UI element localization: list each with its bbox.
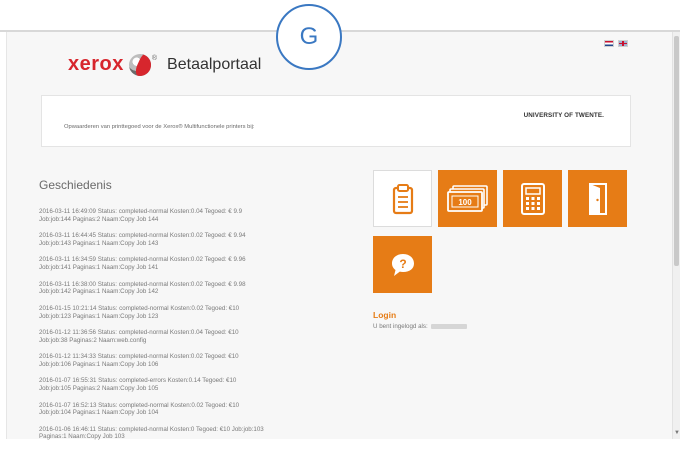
login-label[interactable]: Login [373, 310, 396, 320]
history-list: 2016-03-11 16:49:09 Status: completed-no… [39, 208, 359, 450]
history-entry: 2016-01-15 10:21:14 Status: completed-no… [39, 305, 359, 329]
history-entry-line2: Job:job:104 Paginas:1 Naam:Copy Job 104 [39, 409, 159, 417]
history-entry-line2: Job:job:142 Paginas:1 Naam:Copy Job 142 [39, 288, 159, 296]
calculator-tile[interactable] [503, 170, 562, 227]
history-entry-line1: 2016-01-12 11:34:33 Status: completed-no… [39, 353, 239, 361]
brand-wordmark: xerox [68, 53, 124, 75]
history-entry-line2: Job:job:143 Paginas:1 Naam:Copy Job 143 [39, 239, 159, 247]
info-text: Opwaarderen van printtegoed voor de Xero… [64, 124, 255, 130]
door-exit-icon [588, 182, 607, 215]
history-entry-line1: 2016-01-15 10:21:14 Status: completed-no… [39, 304, 240, 312]
history-entry: 2016-03-11 16:38:00 Status: completed-no… [39, 281, 359, 305]
history-entry-line1: 2016-01-07 16:55:31 Status: completed-er… [39, 377, 237, 385]
xerox-logo[interactable]: xerox ® Betaalportaal [68, 53, 261, 76]
svg-text:?: ? [399, 257, 406, 271]
history-entry-line2: Job:job:105 Paginas:2 Naam:Copy Job 105 [39, 385, 159, 393]
history-tile[interactable] [373, 170, 432, 227]
xerox-sphere-icon [128, 53, 151, 76]
calculator-icon [520, 182, 545, 215]
history-entry: 2016-01-06 16:46:11 Status: completed-no… [39, 426, 359, 450]
brand-trademark: ® [151, 55, 158, 62]
dutch-flag-icon[interactable] [604, 40, 614, 47]
history-title: Geschiedenis [39, 178, 112, 192]
portal-title: Betaalportaal [167, 55, 262, 73]
help-tile[interactable]: ? [373, 236, 432, 293]
history-entry-line2: Paginas:1 Naam:Copy Job 103 [39, 433, 125, 441]
login-status: U bent ingelogd als: [373, 323, 467, 330]
history-entry-line2: Job:job:141 Paginas:1 Naam:Copy Job 141 [39, 264, 159, 272]
english-flag-icon[interactable] [618, 40, 628, 47]
info-banner: Opwaarderen van printtegoed voor de Xero… [41, 95, 631, 147]
history-entry-line1: 2016-03-11 16:38:00 Status: completed-no… [39, 280, 246, 288]
vertical-scrollbar[interactable]: ▼ [672, 32, 680, 439]
history-entry: 2016-03-11 16:49:09 Status: completed-no… [39, 208, 359, 232]
overlay-marker-label: G [299, 23, 319, 50]
help-bubble-icon: ? [391, 253, 414, 276]
history-entry-line1: 2016-03-11 16:44:45 Status: completed-no… [39, 232, 246, 240]
university-logo: UNIVERSITY OF TWENTE. [523, 112, 604, 119]
history-entry-line1: 2016-03-11 16:49:09 Status: completed-no… [39, 208, 243, 215]
history-entry-line2: Job:job:123 Paginas:1 Naam:Copy Job 123 [39, 312, 159, 320]
redacted-username [430, 323, 467, 329]
login-status-text: U bent ingelogd als: [373, 323, 428, 330]
banknotes-icon: 100 [446, 184, 488, 212]
history-entry-line2: Job:job:106 Paginas:1 Naam:Copy Job 106 [39, 360, 159, 368]
overlay-marker: G [276, 4, 342, 70]
language-switcher [604, 40, 628, 47]
history-entry-line1: 2016-01-06 16:46:11 Status: completed-no… [39, 425, 264, 433]
history-entry: 2016-01-07 16:55:31 Status: completed-er… [39, 377, 359, 401]
history-entry-line1: 2016-01-07 16:52:13 Status: completed-no… [39, 401, 240, 409]
history-entry-line1: 2016-03-11 16:34:59 Status: completed-no… [39, 256, 246, 264]
topup-tile[interactable]: 100 [438, 170, 497, 227]
history-entry: 2016-03-11 16:44:45 Status: completed-no… [39, 232, 359, 256]
history-entry: 2016-01-12 11:34:33 Status: completed-no… [39, 353, 359, 377]
history-entry: 2016-01-07 16:52:13 Status: completed-no… [39, 402, 359, 426]
browser-frame: ▼ G xerox ® Betaalportaal Opwaarderen va… [0, 0, 680, 440]
history-entry: 2016-03-11 16:34:59 Status: completed-no… [39, 256, 359, 280]
history-entry: 2016-01-12 11:36:56 Status: completed-no… [39, 329, 359, 353]
clipboard-icon [392, 183, 413, 214]
scrollbar-thumb[interactable] [674, 36, 679, 266]
logout-tile[interactable] [568, 170, 627, 227]
history-entry-line2: Job:job:38 Paginas:2 Naam:web.config [39, 336, 147, 344]
svg-text:100: 100 [458, 198, 472, 207]
scroll-down-arrow-icon[interactable]: ▼ [673, 429, 680, 437]
history-entry-line1: 2016-01-12 11:36:56 Status: completed-no… [39, 328, 239, 336]
history-entry-line2: Job:job:144 Paginas:2 Naam:Copy Job 144 [39, 215, 159, 223]
